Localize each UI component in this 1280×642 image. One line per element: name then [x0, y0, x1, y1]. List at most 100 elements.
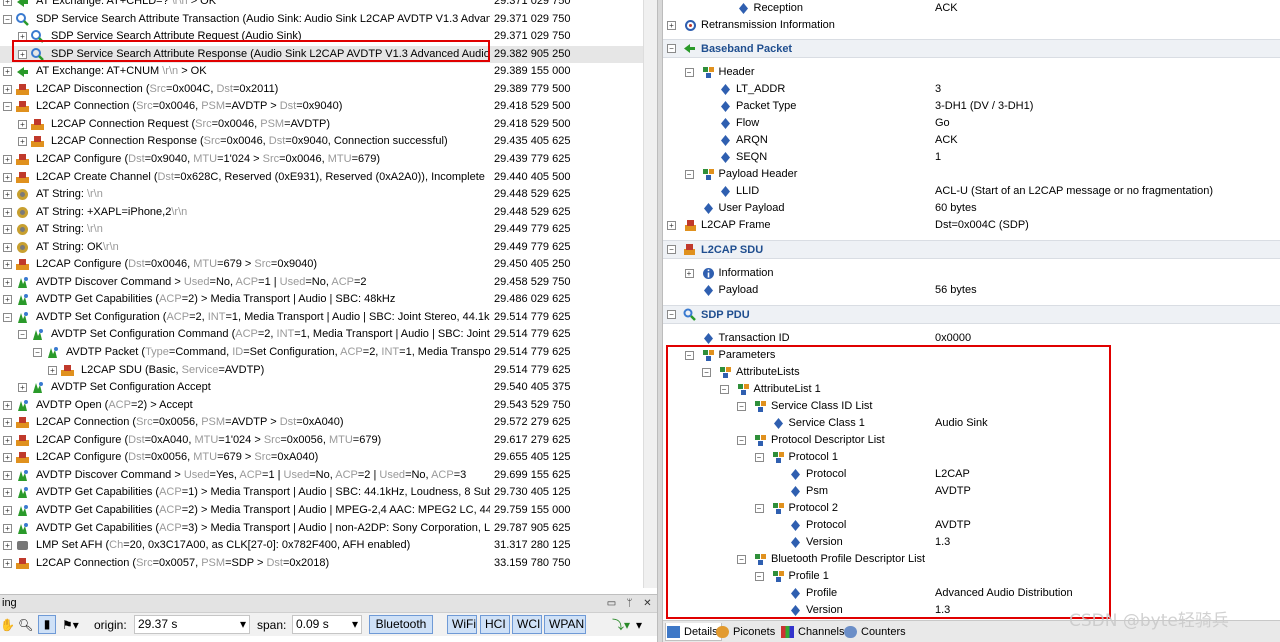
- frame-row[interactable]: + AT String: +XAPL=iPhone,2\r\n 29.448 529…: [0, 204, 643, 221]
- frame-row[interactable]: − AVDTP Packet (Type=Command, ID=Set Conf…: [0, 344, 643, 361]
- origin-input[interactable]: 29.37 s ▾: [134, 615, 250, 634]
- expand-icon[interactable]: +: [3, 225, 12, 235]
- details-row[interactable]: − Service Class ID List: [663, 398, 1280, 415]
- expand-icon[interactable]: +: [3, 154, 12, 164]
- frame-row[interactable]: + L2CAP Configure (Dst=0x9040, MTU=1'024 …: [0, 151, 643, 168]
- collapse-icon[interactable]: −: [667, 310, 676, 319]
- details-row[interactable]: + Information: [663, 265, 1280, 282]
- collapse-icon[interactable]: −: [18, 330, 27, 340]
- frame-row[interactable]: + AVDTP Get Capabilities (ACP=2) > Media …: [0, 502, 643, 519]
- frame-row[interactable]: + AVDTP Discover Command > Used=No, ACP=1…: [0, 274, 643, 291]
- expand-icon[interactable]: +: [3, 242, 12, 252]
- collapse-icon[interactable]: −: [737, 402, 746, 411]
- toolbar-more-icon[interactable]: ▾: [636, 616, 642, 634]
- frame-row[interactable]: + AVDTP Discover Command > Used=Yes, ACP=…: [0, 467, 643, 484]
- details-row[interactable]: Flow Go: [663, 115, 1280, 132]
- details-row[interactable]: − Profile 1: [663, 568, 1280, 585]
- collapse-icon[interactable]: −: [33, 348, 42, 357]
- expand-icon[interactable]: +: [18, 49, 27, 59]
- expand-icon[interactable]: +: [3, 400, 12, 410]
- details-row[interactable]: Psm AVDTP: [663, 483, 1280, 500]
- expand-icon[interactable]: +: [3, 488, 12, 498]
- pin-icon[interactable]: ᛘ: [624, 598, 635, 609]
- expand-icon[interactable]: +: [684, 269, 694, 278]
- details-row[interactable]: LT_ADDR 3: [663, 81, 1280, 98]
- frame-row[interactable]: + AVDTP Get Capabilities (ACP=2) > Media …: [0, 291, 643, 308]
- expand-icon[interactable]: +: [3, 84, 12, 94]
- expand-icon[interactable]: +: [667, 221, 676, 230]
- collapse-icon[interactable]: −: [3, 14, 12, 24]
- expand-icon[interactable]: +: [3, 470, 12, 480]
- frame-row[interactable]: − L2CAP Connection (Src=0x0046, PSM=AVDTP…: [0, 98, 643, 115]
- details-row[interactable]: Service Class 1 Audio Sink: [663, 415, 1280, 432]
- expand-icon[interactable]: +: [3, 190, 12, 200]
- expand-icon[interactable]: +: [3, 418, 12, 428]
- frame-row[interactable]: + AT Exchange: AT+CHLD=? \r\n > OK 29.371 …: [0, 0, 643, 10]
- hand-icon[interactable]: ✋: [0, 616, 15, 634]
- frame-row[interactable]: + L2CAP Connection Response (Src=0x0046, …: [0, 133, 643, 150]
- tab-piconets[interactable]: Piconets: [715, 623, 775, 641]
- details-row[interactable]: ARQN ACK: [663, 132, 1280, 149]
- marker-dropdown-icon[interactable]: ⚑▾: [62, 616, 79, 634]
- expand-icon[interactable]: +: [3, 505, 12, 515]
- details-row[interactable]: − Protocol 2: [663, 500, 1280, 517]
- expand-icon[interactable]: +: [3, 453, 12, 463]
- expand-icon[interactable]: +: [3, 523, 12, 533]
- frame-row[interactable]: + L2CAP Create Channel (Dst=0x628C, Reser…: [0, 169, 643, 186]
- expand-icon[interactable]: +: [3, 558, 12, 568]
- frame-row[interactable]: + SDP Service Search Attribute Request (A…: [0, 28, 643, 45]
- frame-row[interactable]: + L2CAP Disconnection (Src=0x004C, Dst=0x…: [0, 81, 643, 98]
- view-toggle-button[interactable]: ▮: [38, 615, 56, 634]
- details-row[interactable]: Payload 56 bytes: [663, 282, 1280, 299]
- frame-row[interactable]: − AVDTP Set Configuration Command (ACP=2,…: [0, 326, 643, 343]
- frame-row[interactable]: − SDP Service Search Attribute Transactio…: [0, 11, 643, 28]
- expand-icon[interactable]: +: [3, 260, 12, 270]
- expand-icon[interactable]: +: [18, 137, 27, 147]
- details-row[interactable]: − Payload Header: [663, 166, 1280, 183]
- frame-row[interactable]: + L2CAP Configure (Dst=0x0046, MTU=679 > …: [0, 256, 643, 273]
- collapse-icon[interactable]: −: [3, 102, 12, 112]
- details-row[interactable]: Protocol AVDTP: [663, 517, 1280, 534]
- details-row[interactable]: + L2CAP Frame Dst=0x004C (SDP): [663, 217, 1280, 234]
- details-row[interactable]: Protocol L2CAP: [663, 466, 1280, 483]
- origin-dropdown-icon[interactable]: ▾: [240, 616, 246, 633]
- frames-vertical-scrollbar[interactable]: [643, 0, 657, 588]
- details-row[interactable]: + Retransmission Information: [663, 17, 1280, 34]
- frame-row[interactable]: + L2CAP Configure (Dst=0xA040, MTU=1'024 …: [0, 432, 643, 449]
- expand-icon[interactable]: +: [3, 172, 12, 182]
- collapse-icon[interactable]: −: [719, 385, 729, 394]
- filter-hci-button[interactable]: HCI: [480, 615, 510, 634]
- details-row[interactable]: Profile Advanced Audio Distribution: [663, 585, 1280, 602]
- expand-icon[interactable]: +: [3, 67, 12, 77]
- frame-row[interactable]: + AVDTP Get Capabilities (ACP=3) > Media …: [0, 520, 643, 537]
- details-row[interactable]: Version 1.3: [663, 534, 1280, 551]
- details-row[interactable]: Reception ACK: [663, 0, 1280, 17]
- frame-row[interactable]: + AT String: \r\n 29.449 779 625: [0, 221, 643, 238]
- details-row[interactable]: User Payload 60 bytes: [663, 200, 1280, 217]
- frame-row[interactable]: + SDP Service Search Attribute Response (…: [0, 45, 643, 63]
- expand-icon[interactable]: +: [3, 435, 12, 445]
- collapse-icon[interactable]: −: [702, 368, 711, 377]
- frame-row[interactable]: + AVDTP Get Capabilities (ACP=1) > Media …: [0, 484, 643, 501]
- collapse-icon[interactable]: −: [737, 555, 746, 564]
- collapse-icon[interactable]: −: [3, 312, 12, 322]
- details-section-header[interactable]: − SDP PDU: [663, 305, 1280, 324]
- collapse-icon[interactable]: −: [684, 351, 694, 360]
- expand-icon[interactable]: +: [3, 0, 12, 6]
- restore-icon[interactable]: ▭: [606, 598, 617, 609]
- frame-row[interactable]: + L2CAP SDU (Basic, Service=AVDTP) 29.514 …: [0, 362, 643, 379]
- collapse-icon[interactable]: −: [754, 572, 764, 581]
- details-row[interactable]: SEQN 1: [663, 149, 1280, 166]
- filter-wifi-button[interactable]: WiFi: [447, 615, 477, 634]
- zoom-icon[interactable]: 🔍︎: [18, 616, 33, 634]
- details-row[interactable]: − AttributeList 1: [663, 381, 1280, 398]
- collapse-icon[interactable]: −: [754, 453, 764, 462]
- frame-row[interactable]: + AT String: \r\n 29.448 529 625: [0, 186, 643, 203]
- frame-row[interactable]: + L2CAP Connection Request (Src=0x0046, P…: [0, 116, 643, 133]
- collapse-icon[interactable]: −: [667, 44, 676, 53]
- expand-icon[interactable]: +: [18, 32, 27, 42]
- frame-row[interactable]: − AVDTP Set Configuration (ACP=2, INT=1, …: [0, 309, 643, 326]
- frame-row[interactable]: + AVDTP Open (ACP=2) > Accept 29.543 529 7…: [0, 397, 643, 414]
- expand-icon[interactable]: +: [3, 277, 12, 287]
- expand-icon[interactable]: +: [18, 119, 27, 129]
